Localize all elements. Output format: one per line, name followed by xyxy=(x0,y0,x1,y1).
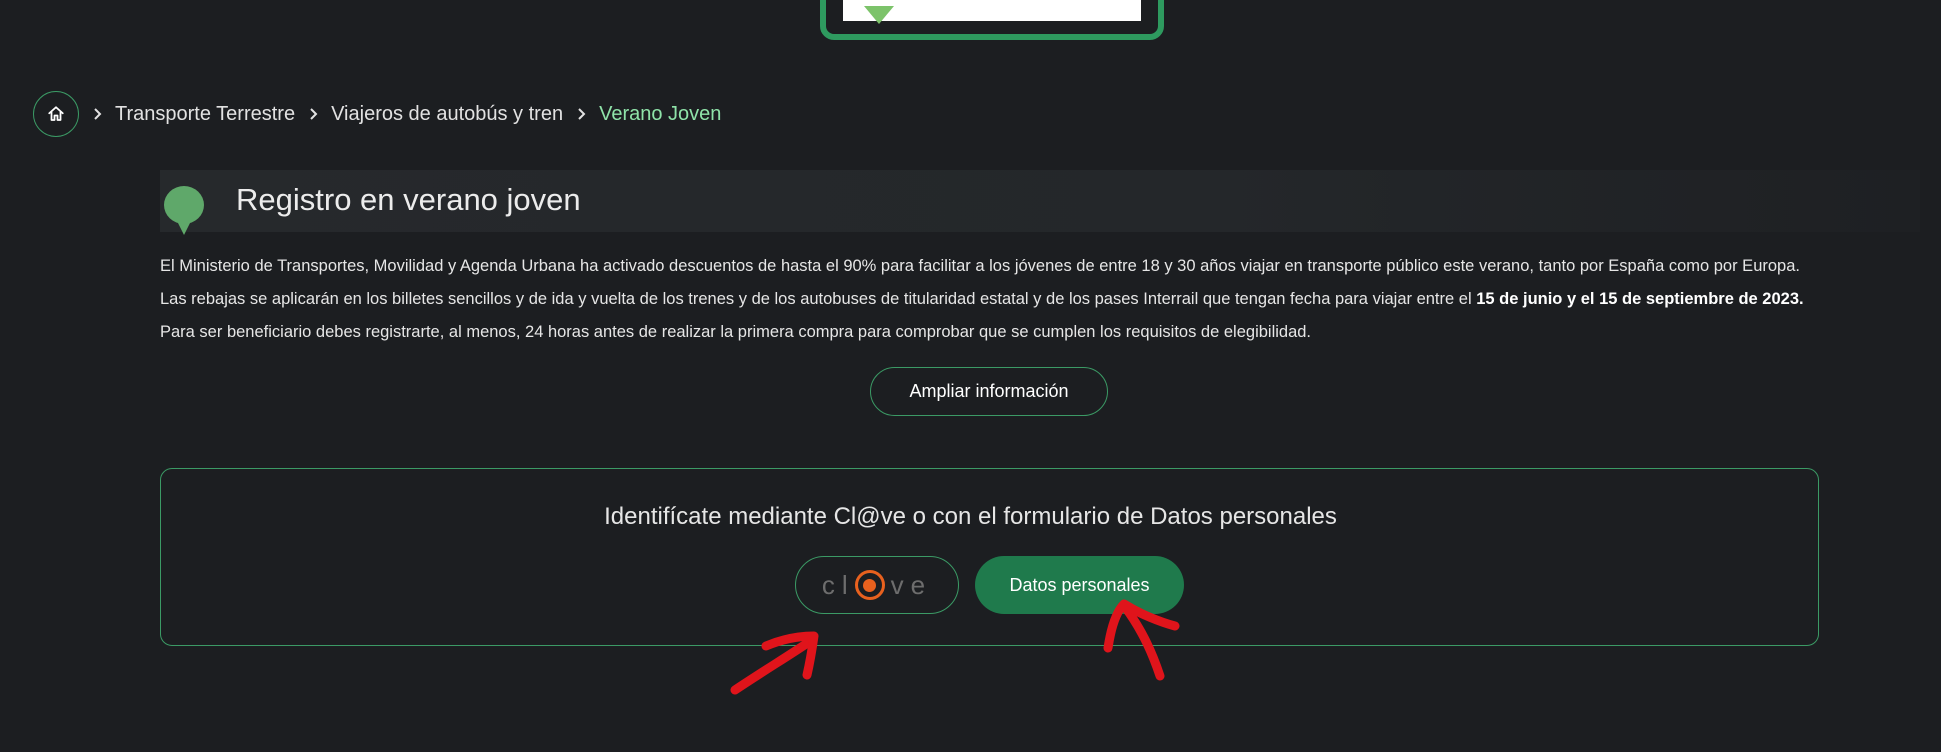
personal-data-button[interactable]: Datos personales xyxy=(975,556,1184,614)
identification-title: Identifícate mediante Cl@ve o con el for… xyxy=(604,503,1337,530)
chevron-right-icon xyxy=(93,107,103,121)
clave-at-icon xyxy=(854,570,885,600)
speech-pin-icon xyxy=(164,186,204,235)
top-card-frame xyxy=(820,0,1164,40)
date-range-highlight: 15 de junio y el 15 de septiembre de 202… xyxy=(1476,290,1804,308)
home-icon xyxy=(48,106,64,121)
intro-paragraph-2-text: Las rebajas se aplicarán en los billetes… xyxy=(160,290,1477,308)
breadcrumb-link-viajeros[interactable]: Viajeros de autobús y tren xyxy=(331,103,563,126)
intro-paragraph-2: Las rebajas se aplicarán en los billetes… xyxy=(160,283,1820,316)
chevron-right-icon xyxy=(577,107,587,121)
clave-login-button[interactable]: cl ve xyxy=(795,556,959,614)
page-title: Registro en verano joven xyxy=(236,182,581,217)
chevron-right-icon xyxy=(309,107,319,121)
clave-logo-text-right: ve xyxy=(890,569,933,600)
clave-logo-text-left: cl xyxy=(821,569,855,600)
intro-text: El Ministerio de Transportes, Movilidad … xyxy=(160,250,1820,349)
map-pin-icon xyxy=(864,6,894,24)
identification-panel xyxy=(160,468,1819,646)
more-info-button[interactable]: Ampliar información xyxy=(870,367,1108,416)
breadcrumb: Transporte Terrestre Viajeros de autobús… xyxy=(33,90,721,138)
home-button[interactable] xyxy=(33,91,79,137)
intro-paragraph-1: El Ministerio de Transportes, Movilidad … xyxy=(160,257,1800,275)
breadcrumb-link-transporte-terrestre[interactable]: Transporte Terrestre xyxy=(115,103,295,126)
breadcrumb-current-verano-joven: Verano Joven xyxy=(599,102,722,125)
intro-paragraph-3: Para ser beneficiario debes registrarte,… xyxy=(160,323,1312,341)
